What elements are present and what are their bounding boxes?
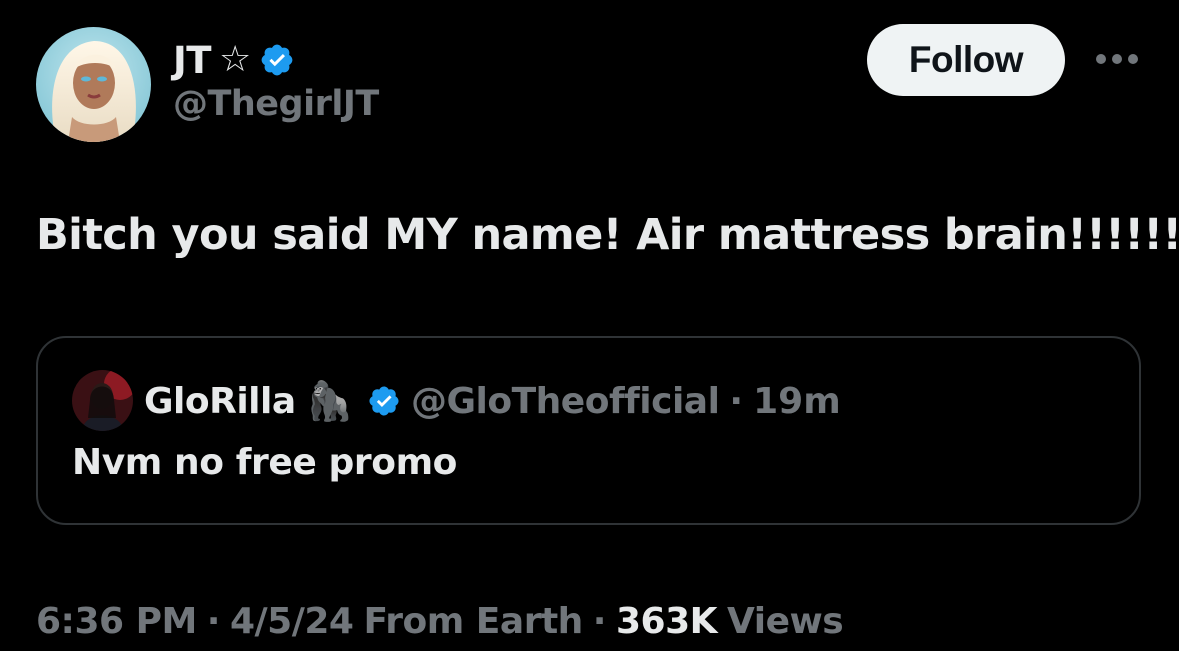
more-dot xyxy=(1112,54,1122,64)
avatar-photo-icon xyxy=(36,27,151,142)
views-label: Views xyxy=(727,600,844,642)
quoted-handle: @GloTheofficial xyxy=(410,380,720,422)
more-dot xyxy=(1128,54,1138,64)
quoted-author-avatar xyxy=(72,370,133,431)
author-display-name[interactable]: JT xyxy=(173,39,212,82)
tweet-date[interactable]: 4/5/24 xyxy=(230,601,354,642)
author-avatar[interactable] xyxy=(36,27,151,142)
quoted-timestamp: 19m xyxy=(753,380,841,422)
cropped-top-fragment xyxy=(320,0,450,2)
gorilla-emoji-icon: 🦍 xyxy=(305,379,353,423)
quoted-avatar-photo-icon xyxy=(72,370,133,431)
more-dot xyxy=(1096,54,1106,64)
quoted-display-name: GloRilla xyxy=(144,380,296,422)
follow-button[interactable]: Follow xyxy=(867,24,1065,96)
star-icon: ☆ xyxy=(219,39,252,80)
separator-dot: · xyxy=(206,600,221,642)
more-options-icon[interactable] xyxy=(1096,52,1138,66)
views-count: 363K xyxy=(615,600,718,642)
separator-dot: · xyxy=(592,600,607,642)
quoted-tweet-header: GloRilla 🦍 @GloTheofficial · 19m xyxy=(144,374,841,428)
author-handle[interactable]: @ThegirlJT xyxy=(173,84,379,124)
quoted-tweet-text: Nvm no free promo xyxy=(72,442,458,483)
tweet-time[interactable]: 6:36 PM xyxy=(36,601,197,642)
separator-dot: · xyxy=(729,380,744,422)
author-name-row: JT ☆ xyxy=(173,38,295,82)
tweet-text: Bitch you said MY name! Air mattress bra… xyxy=(36,210,1179,260)
verified-badge-icon[interactable] xyxy=(259,42,295,78)
quoted-tweet-card[interactable]: GloRilla 🦍 @GloTheofficial · 19m Nvm no … xyxy=(36,336,1141,525)
tweet-meta-row: 6:36 PM · 4/5/24 From Earth · 363K Views xyxy=(36,596,844,646)
verified-badge-icon xyxy=(369,386,399,416)
tweet-source: From Earth xyxy=(363,600,583,642)
